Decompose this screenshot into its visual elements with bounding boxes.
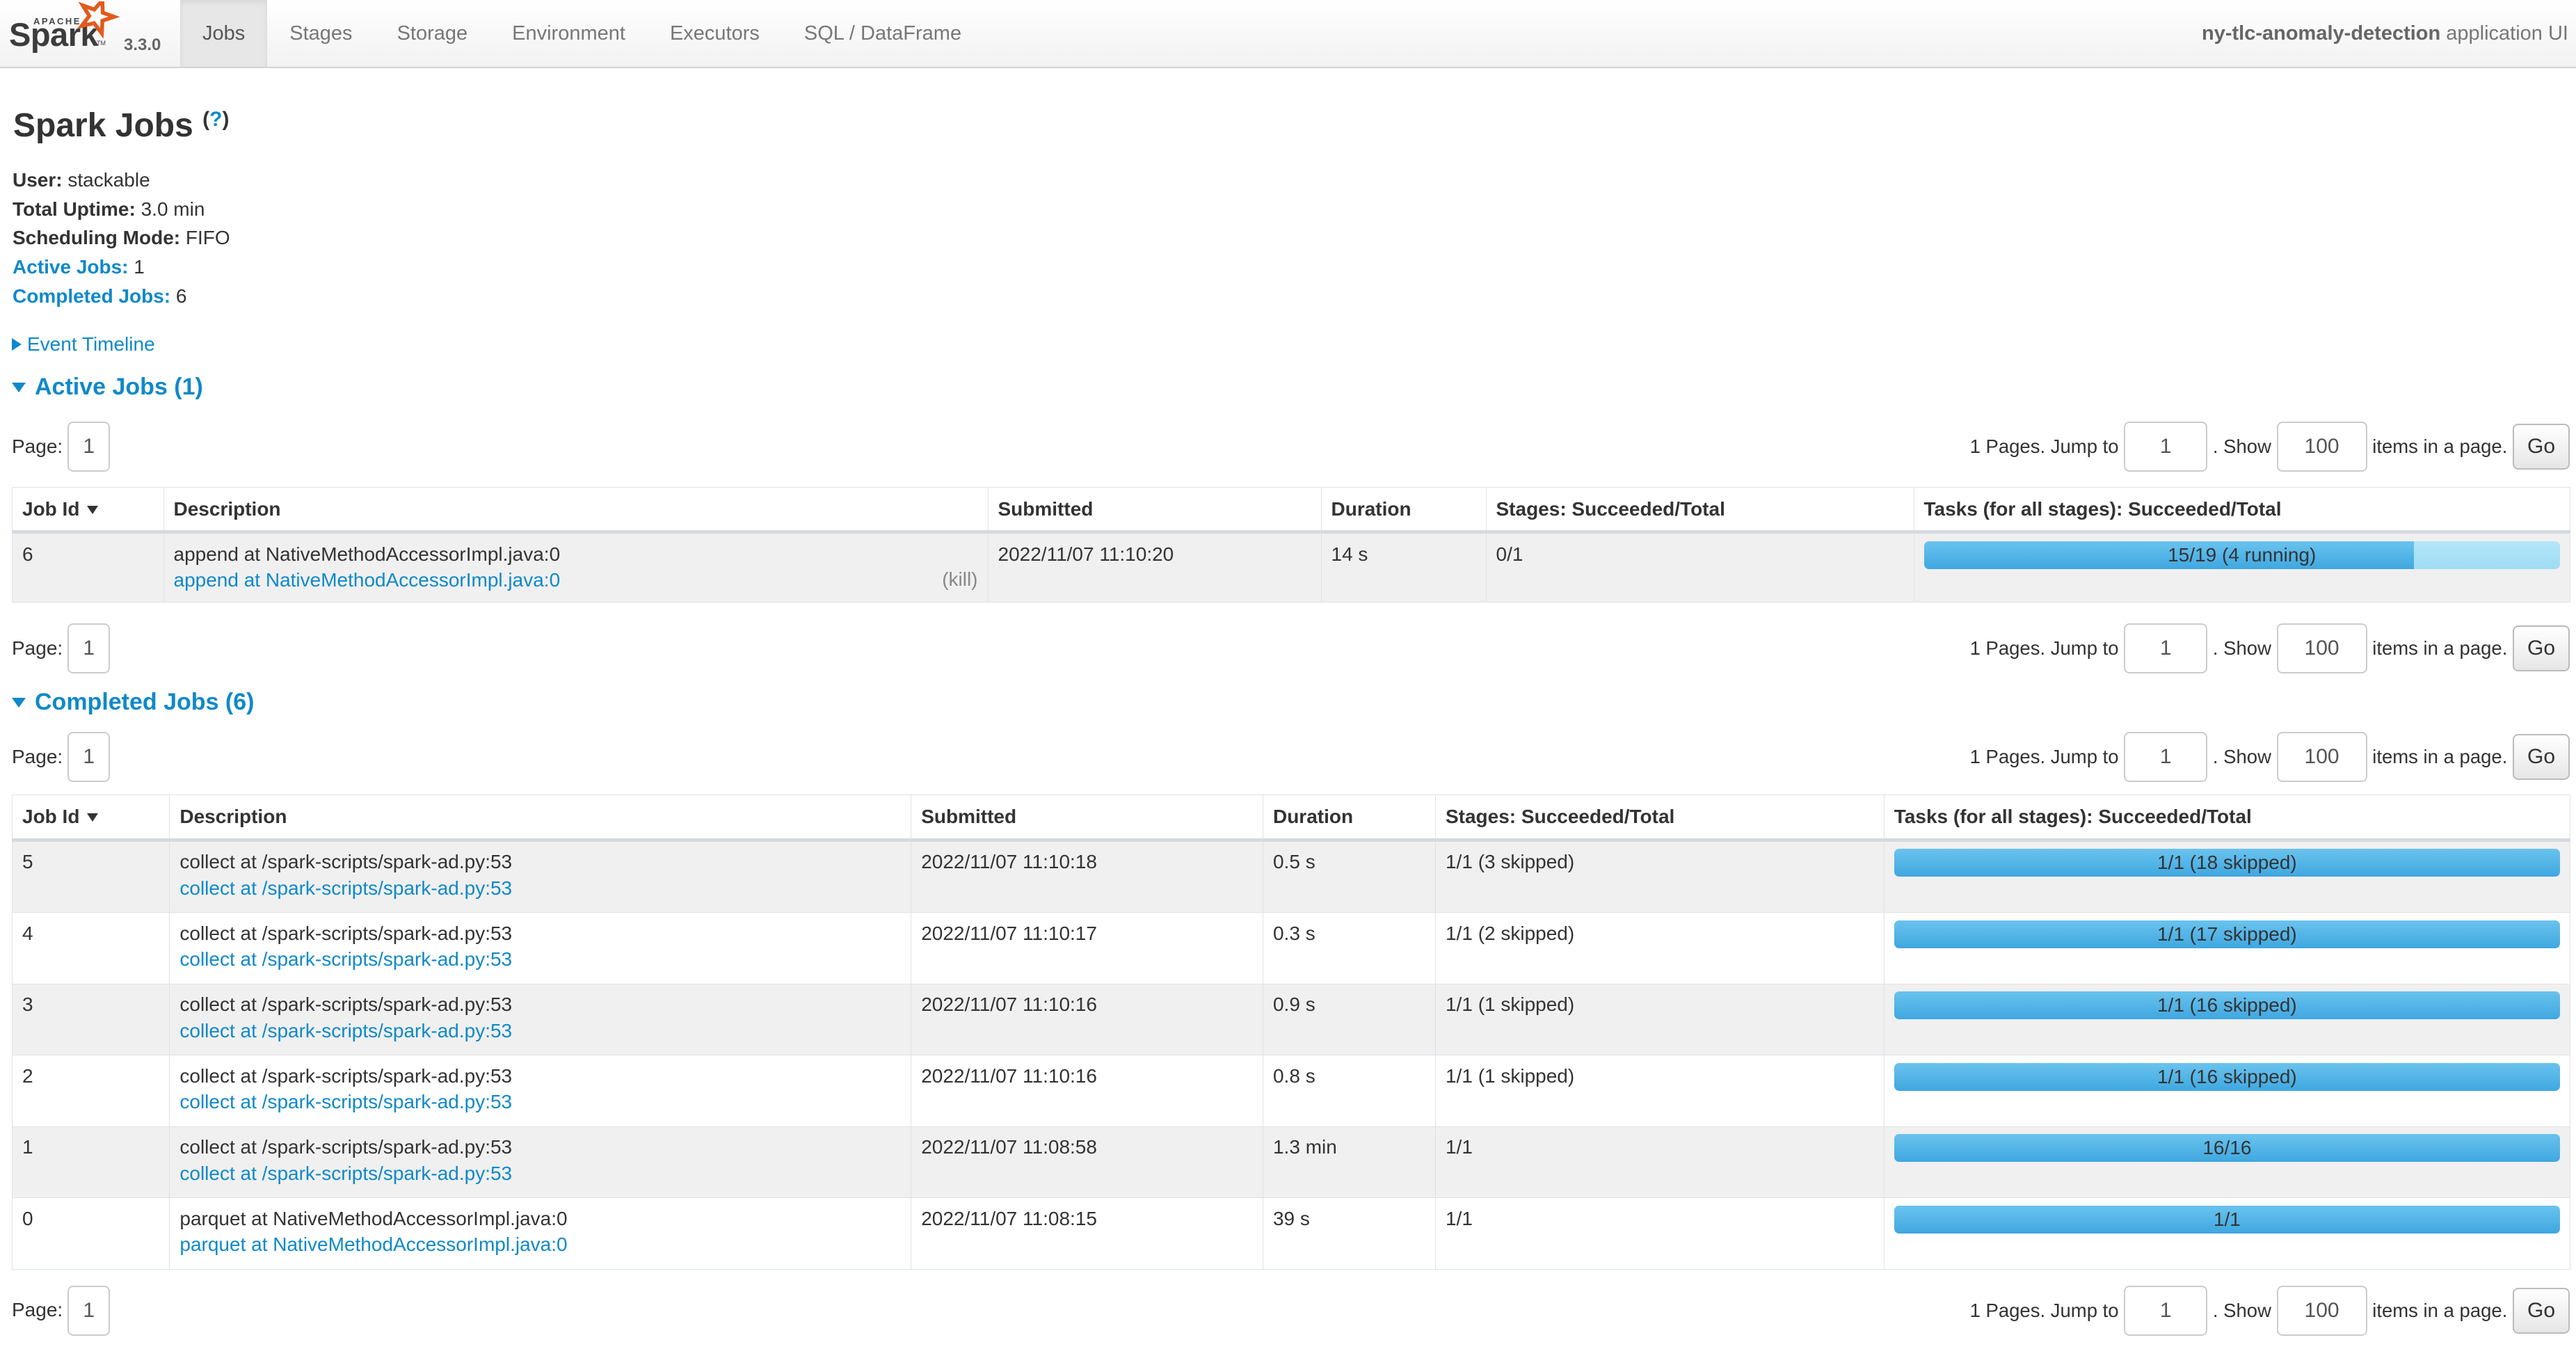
svg-text:TM: TM bbox=[97, 40, 106, 47]
